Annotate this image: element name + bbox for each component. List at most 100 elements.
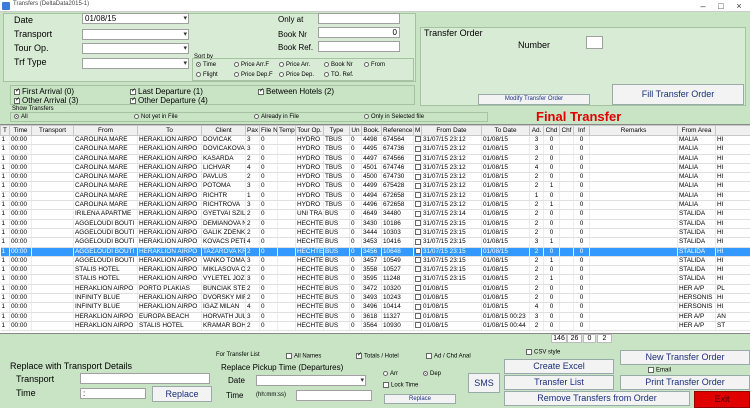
row-checkbox[interactable] [415, 275, 421, 282]
first-arrival-check[interactable]: First Arrival (0) [14, 87, 74, 96]
table-row[interactable]: 1 00:00 AGGELOUDI BOUTI HERAKLION AIRPO KOVA… [0, 237, 750, 248]
table-row[interactable]: 1 00:00 STALIS HOTEL HERAKLION AIRPO MIKLASO… [0, 265, 750, 276]
row-checkbox[interactable] [415, 164, 421, 171]
transfers-grid[interactable]: TTimeTransportFromToClientPaxFile NrTemp… [0, 124, 750, 334]
table-row[interactable]: 1 00:00 IRILENA APARTME HERAKLION AIRPO GYET… [0, 209, 750, 220]
column-header[interactable]: Chd [543, 125, 560, 136]
column-header[interactable]: Ad. [529, 125, 544, 136]
table-row[interactable]: 1 00:00 AGGELOUDI BOUTI HERAKLION AIRPO VANK… [0, 256, 750, 267]
table-row[interactable]: 1 00:00 HERAKLION AIRPO STALIS HOTEL KRAMAR … [0, 321, 750, 332]
table-row[interactable]: 1 00:00 CAROLINA MARE HERAKLION AIRPO RICHTR… [0, 191, 750, 202]
table-row[interactable]: 1 00:00 INFINITY BLUE HERAKLION AIRPO IGAZ M… [0, 302, 750, 313]
row-checkbox[interactable] [415, 136, 421, 143]
column-header[interactable]: To Date [481, 125, 530, 136]
table-row[interactable]: 1 00:00 CAROLINA MARE HERAKLION AIRPO RICHTR… [0, 200, 750, 211]
bottom-transport-input[interactable] [80, 373, 210, 384]
sort-flight-radio[interactable]: Flight [196, 72, 218, 78]
row-checkbox[interactable] [415, 219, 421, 226]
bottom-time-input[interactable]: : [80, 388, 146, 399]
column-header[interactable]: Remarks [589, 125, 678, 136]
column-header[interactable]: M [413, 125, 422, 136]
show-all-radio[interactable]: All [14, 114, 28, 120]
column-header[interactable]: To [137, 125, 202, 136]
pickup-date-select[interactable] [256, 375, 366, 386]
trftype-select[interactable] [82, 58, 189, 69]
column-header[interactable]: Type [323, 125, 350, 136]
sort-pricedep-radio[interactable]: Price Dep. [279, 72, 314, 78]
column-header[interactable]: Un [349, 125, 362, 136]
adchd-check[interactable]: Ad / Chd Anal [426, 353, 471, 360]
table-row[interactable]: 1 00:00 CAROLINA MARE HERAKLION AIRPO PAVLUS… [0, 172, 750, 183]
column-header[interactable]: From Date [421, 125, 482, 136]
table-row[interactable]: 1 00:00 AGGELOUDI BOUTI HERAKLION AIRPO TAZA… [0, 247, 750, 257]
allnames-check[interactable]: All Names [286, 353, 321, 360]
transport-select[interactable] [82, 29, 189, 40]
close-icon[interactable]: × [730, 0, 748, 12]
bookref-input[interactable] [318, 41, 400, 52]
row-checkbox[interactable] [415, 285, 421, 292]
row-checkbox[interactable] [415, 210, 421, 217]
booknr-input[interactable]: 0 [318, 27, 400, 38]
pickup-time-input[interactable] [296, 390, 372, 401]
row-checkbox[interactable] [415, 266, 421, 273]
table-row[interactable]: 1 00:00 CAROLINA MARE HERAKLION AIRPO KASARD… [0, 154, 750, 164]
sort-pricearrf-radio[interactable]: Price Arr.F [234, 62, 269, 68]
modify-order-button[interactable]: Modify Transfer Order [478, 94, 590, 105]
row-checkbox[interactable] [415, 294, 421, 301]
order-number-input[interactable] [586, 36, 603, 49]
show-notyet-radio[interactable]: Not yet in File [134, 114, 178, 120]
create-excel-button[interactable]: Create Excel [504, 359, 614, 374]
print-order-button[interactable]: Print Transfer Order [620, 375, 750, 390]
replace-transport-button[interactable]: Replace [152, 386, 212, 402]
show-selected-radio[interactable]: Only in Selected file [364, 114, 424, 120]
other-departure-check[interactable]: Other Departure (4) [130, 96, 208, 105]
column-header[interactable]: Client [201, 125, 246, 136]
transfer-list-button[interactable]: Transfer List [504, 375, 614, 390]
row-checkbox[interactable] [415, 173, 421, 180]
row-checkbox[interactable] [415, 238, 421, 245]
last-departure-check[interactable]: Last Departure (1) [130, 87, 203, 96]
row-checkbox[interactable] [415, 182, 421, 189]
tourop-select[interactable] [82, 43, 189, 54]
sort-pricedepf-radio[interactable]: Price Dep.F [234, 72, 273, 78]
table-row[interactable]: 1 00:00 INFINITY BLUE HERAKLION AIRPO DVORSK… [0, 293, 750, 304]
exit-button[interactable]: Exit [694, 391, 750, 408]
column-header[interactable]: File Nr [259, 125, 278, 136]
column-header[interactable]: Transport [31, 125, 74, 136]
minimize-icon[interactable]: – [694, 0, 712, 12]
column-header[interactable]: Inf [573, 125, 590, 136]
row-checkbox[interactable] [415, 154, 421, 161]
column-header[interactable]: Temp. [277, 125, 296, 136]
sort-from-radio[interactable]: From [364, 62, 385, 68]
date-input[interactable]: 01/08/15 [82, 13, 189, 24]
table-row[interactable]: 1 00:00 STALIS HOTEL HERAKLION AIRPO VYLETEL… [0, 274, 750, 285]
maximize-icon[interactable]: □ [712, 0, 730, 12]
show-already-radio[interactable]: Already in File [254, 114, 299, 120]
row-checkbox[interactable] [415, 312, 421, 319]
row-checkbox[interactable] [415, 322, 421, 329]
email-check[interactable]: Email [648, 367, 671, 374]
table-row[interactable]: 1 00:00 CAROLINA MARE HERAKLION AIRPO POTOMA… [0, 181, 750, 192]
totals-hotel-check[interactable]: Totals / Hotel [356, 351, 399, 360]
row-checkbox[interactable] [415, 257, 421, 264]
arr-radio[interactable]: Arr [383, 371, 398, 377]
table-row[interactable]: 1 00:00 CAROLINA MARE HERAKLION AIRPO DOVICA… [0, 135, 750, 146]
sort-booknr-radio[interactable]: Book Nr [324, 62, 353, 68]
sort-pricearr-radio[interactable]: Price Arr. [279, 62, 310, 68]
remove-transfers-button[interactable]: Remove Transfers from Order [504, 391, 690, 406]
column-header[interactable]: Pax [245, 125, 260, 136]
column-header[interactable]: Time [9, 125, 32, 136]
row-checkbox[interactable] [415, 229, 421, 236]
table-row[interactable]: 1 00:00 AGGELOUDI BOUTI HERAKLION AIRPO DEMI… [0, 219, 750, 229]
table-row[interactable]: 1 00:00 HERAKLION AIRPO PORTO PLAKIAS BUNCIA… [0, 284, 750, 295]
column-header[interactable]: From Area [677, 125, 716, 136]
row-checkbox[interactable] [415, 145, 421, 152]
column-header[interactable]: From [73, 125, 138, 136]
row-checkbox[interactable] [415, 247, 421, 254]
csv-style-check[interactable]: CSV style [526, 349, 560, 356]
onlyat-input[interactable] [318, 13, 400, 24]
between-hotels-check[interactable]: Between Hotels (2) [258, 87, 334, 96]
row-checkbox[interactable] [415, 192, 421, 199]
column-header[interactable]: T [0, 125, 10, 136]
column-header[interactable] [715, 125, 750, 136]
